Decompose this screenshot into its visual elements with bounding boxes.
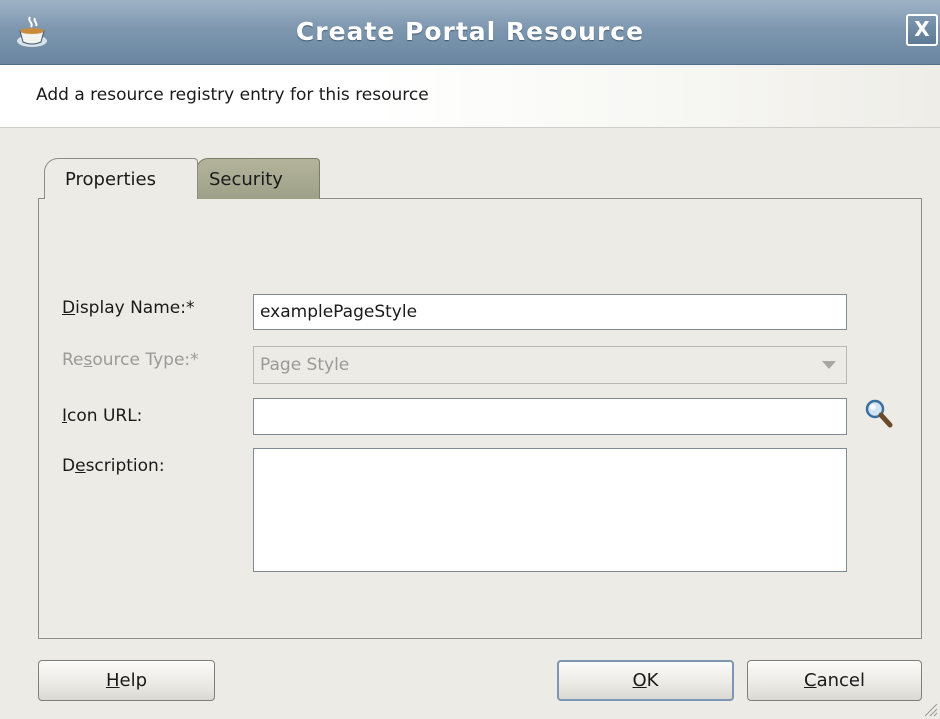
close-icon: X [914,17,930,41]
resource-type-label-text: ource Type:* [92,350,199,370]
resource-type-value: Page Style [260,355,350,375]
title-bar[interactable]: Create Portal Resource X [0,0,940,65]
magnifier-icon[interactable] [864,398,894,430]
tab-security[interactable]: Security [196,158,320,199]
display-name-label-text: isplay Name:* [75,298,195,318]
icon-url-label: Icon URL: [62,406,142,426]
ok-mnemonic: O [632,670,647,691]
create-portal-resource-dialog: Create Portal Resource X Add a resource … [0,0,940,719]
tab-properties[interactable]: Properties [44,158,198,199]
ok-label: K [646,670,659,691]
icon-url-field[interactable] [253,398,847,435]
cancel-button[interactable]: Cancel [747,660,922,701]
resize-grip-icon[interactable] [922,701,938,717]
help-mnemonic: H [105,670,120,691]
tab-properties-label: Properties [65,169,156,190]
description-label: Description: [62,456,165,476]
description-label-pre: D [62,456,76,476]
display-name-mnemonic: D [62,298,76,318]
help-label: elp [119,670,148,691]
resource-type-label: Resource Type:* [62,350,199,370]
display-name-label: Display Name:* [62,298,194,318]
help-button[interactable]: Help [38,660,215,701]
description-textarea[interactable] [253,448,847,572]
chevron-down-icon [822,361,836,369]
dialog-header: Add a resource registry entry for this r… [0,65,940,128]
tab-security-label: Security [209,169,283,190]
display-name-value: examplePageStyle [260,302,418,322]
window-title: Create Portal Resource [295,17,645,46]
resource-type-label-pre: Re [62,350,84,370]
icon-url-label-text: con URL: [67,406,143,426]
description-label-text: scription: [85,456,165,476]
cancel-label: ancel [816,670,865,691]
ok-button[interactable]: OK [557,660,734,701]
header-description: Add a resource registry entry for this r… [36,85,429,105]
cancel-mnemonic: C [804,670,817,691]
resource-type-select[interactable]: Page Style [253,346,847,384]
description-mnemonic: e [75,456,86,476]
display-name-field[interactable]: examplePageStyle [253,294,847,330]
close-button[interactable]: X [906,14,938,46]
